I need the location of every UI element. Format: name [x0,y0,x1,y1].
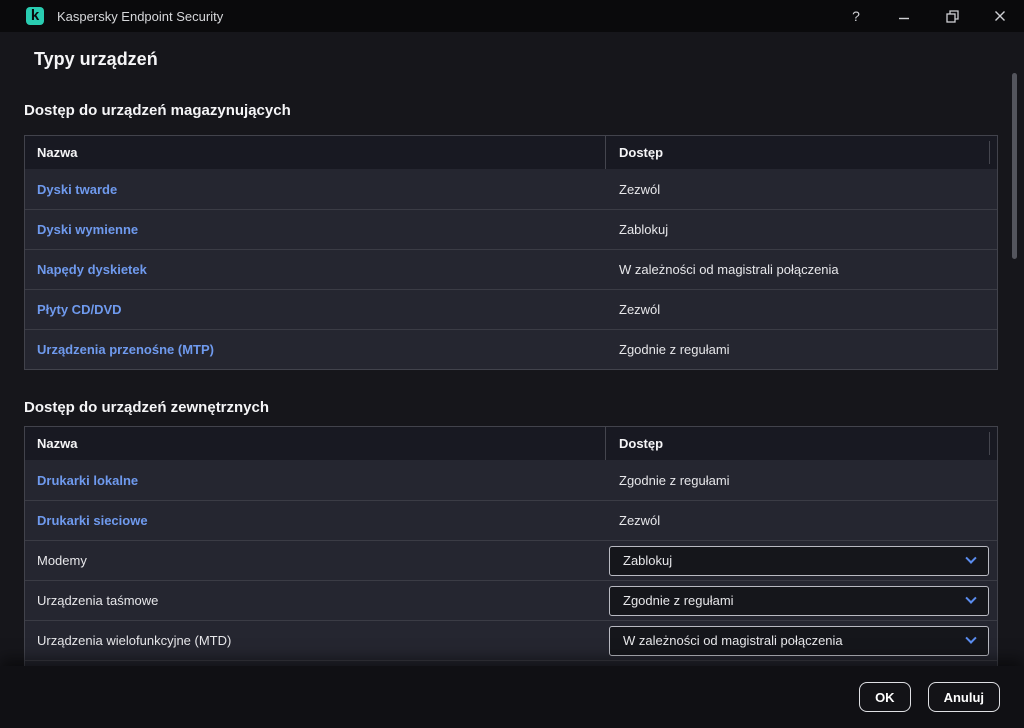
chevron-down-icon [965,592,977,604]
access-cell: Zgodnie z regułami [606,585,997,616]
help-icon[interactable]: ? [832,0,880,32]
table-row: Napędy dyskietek W zależności od magistra… [25,249,997,289]
ok-button[interactable]: OK [859,682,911,712]
kaspersky-logo: k [26,7,44,25]
table-row: Modemy Zablokuj [25,540,997,580]
table-header: Nazwa Dostęp [25,136,997,169]
dialog-content: Typy urządzeń Dostęp do urządzeń magazyn… [0,32,1024,666]
restore-icon[interactable] [928,0,976,32]
table-row: Drukarki lokalne Zgodnie z regułami [25,460,997,500]
dropdown-value: W zależności od magistrali połączenia [623,633,843,648]
table-row: Dyski twarde Zezwól [25,169,997,209]
access-value: Zgodnie z regułami [619,472,730,488]
section-storage-devices: Dostęp do urządzeń magazynujących Nazwa … [24,102,998,370]
access-value: Zgodnie z regułami [619,342,730,357]
table-row: Dyski wymienne Zablokuj [25,209,997,249]
access-dropdown[interactable]: Zablokuj [609,545,989,576]
device-type-link[interactable]: Dyski wymienne [25,222,606,237]
table-row: Płyty CD/DVD Zezwól [25,289,997,329]
minimize-icon[interactable] [880,0,928,32]
device-type-link[interactable]: Drukarki sieciowe [25,513,606,528]
column-header-name: Nazwa [25,136,606,169]
vertical-scrollbar-thumb[interactable] [1012,73,1017,259]
access-dropdown[interactable]: W zależności od magistrali połączenia [609,625,989,656]
device-type-link[interactable]: Dyski twarde [25,182,606,197]
chevron-down-icon [965,552,977,564]
access-value: Zezwól [619,513,661,528]
storage-devices-table: Nazwa Dostęp Dyski twarde Zezwól Dyski wym… [24,135,998,370]
dropdown-value: Zablokuj [623,553,673,568]
cancel-button[interactable]: Anuluj [927,682,1000,712]
table-row: Urządzenia wielofunkcyjne (MTD) W zależno… [25,620,997,660]
access-cell: Zablokuj [606,545,997,576]
device-type-link[interactable]: Napędy dyskietek [25,262,606,277]
device-type-link[interactable]: Urządzenia przenośne (MTP) [25,342,606,357]
access-dropdown[interactable]: Zgodnie z regułami [609,585,989,616]
external-devices-table: Nazwa Dostęp Drukarki lokalne Zgodnie z r… [24,426,998,666]
footer-bar: OK Anuluj [0,666,1024,728]
close-icon[interactable] [976,0,1024,32]
section-heading: Dostęp do urządzeń zewnętrznych [24,399,270,416]
access-value: W zależności od magistrali połączenia [619,262,839,277]
app-title: Kaspersky Endpoint Security [57,8,224,24]
table-header: Nazwa Dostęp [25,427,997,460]
column-header-name: Nazwa [25,427,606,460]
chevron-down-icon [965,632,977,644]
table-row: Urządzenia przenośne (MTP) Zgodnie z regu… [25,329,997,369]
access-value: Zezwól [619,302,661,317]
device-type-label: Urządzenia taśmowe [37,593,159,608]
table-row: Drukarki sieciowe Zezwól [25,500,997,540]
window-controls: ? [832,0,1024,32]
access-value: Zezwól [619,181,661,197]
device-type-link[interactable]: Płyty CD/DVD [25,302,606,317]
title-bar: k Kaspersky Endpoint Security ? [0,0,1024,32]
section-external-devices: Dostęp do urządzeń zewnętrznych Nazwa Do… [24,399,998,666]
device-type-label: Urządzenia wielofunkcyjne (MTD) [37,633,232,648]
column-header-access: Dostęp [619,145,664,160]
section-heading: Dostęp do urządzeń magazynujących [24,102,291,119]
page-title: Typy urządzeń [34,49,158,69]
access-value: Zablokuj [619,222,669,237]
dropdown-value: Zgodnie z regułami [623,593,734,608]
access-cell: W zależności od magistrali połączenia [606,625,997,656]
column-header-access: Dostęp [619,436,664,451]
device-type-link[interactable]: Drukarki lokalne [25,473,606,488]
table-row: Urządzenia taśmowe Zgodnie z regułami [25,580,997,620]
device-type-label: Modemy [37,553,87,568]
